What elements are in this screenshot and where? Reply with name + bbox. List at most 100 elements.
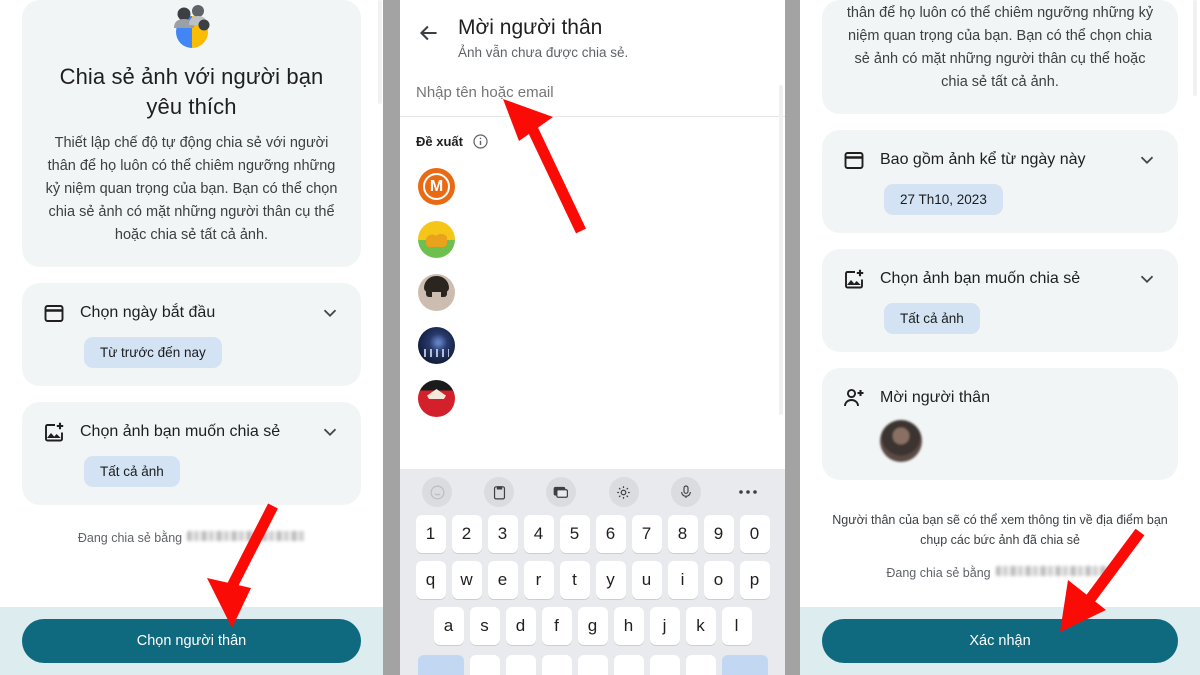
key[interactable]: 7	[631, 515, 662, 553]
key[interactable]	[685, 655, 716, 675]
keyboard-switch-icon[interactable]	[546, 477, 577, 507]
left-photos-chip[interactable]: Tất cả ảnh	[84, 456, 180, 487]
left-sharing-as-prefix: Đang chia sẻ bằng	[77, 531, 183, 545]
key[interactable]: q	[415, 561, 446, 599]
key[interactable]: 2	[451, 515, 482, 553]
avatar	[418, 327, 455, 364]
left-scroll-area[interactable]: Chia sẻ ảnh với người bạn yêu thích Thiế…	[0, 0, 383, 607]
chevron-down-icon[interactable]	[319, 302, 341, 324]
right-date-chip[interactable]: 27 Th10, 2023	[884, 184, 1003, 215]
panel-divider-2	[785, 0, 800, 675]
microphone-icon[interactable]	[670, 477, 701, 507]
right-photos-chip[interactable]: Tất cả ảnh	[884, 303, 980, 334]
calendar-icon	[44, 305, 64, 322]
list-item[interactable]	[400, 266, 785, 319]
key[interactable]: g	[577, 607, 608, 645]
key[interactable]: y	[595, 561, 626, 599]
list-item[interactable]	[400, 372, 785, 425]
key[interactable]: f	[541, 607, 572, 645]
calendar-icon	[844, 152, 864, 169]
key[interactable]: e	[487, 561, 518, 599]
key[interactable]: t	[559, 561, 590, 599]
list-item[interactable]	[400, 319, 785, 372]
clipboard-icon[interactable]	[484, 477, 515, 507]
invite-card[interactable]: Mời người thân	[822, 368, 1178, 480]
right-date-row[interactable]: Bao gồm ảnh kể từ ngày này	[822, 130, 1178, 172]
emoji-icon[interactable]	[422, 477, 452, 507]
mid-header-row: Mời người thân Ảnh vẫn chưa được chia sẻ…	[400, 10, 785, 62]
mid-subtitle: Ảnh vẫn chưa được chia sẻ.	[458, 45, 629, 60]
contact-name-redacted	[471, 287, 767, 299]
left-action-bar: Chọn người thân	[0, 607, 383, 675]
backspace-key[interactable]	[721, 655, 768, 675]
key[interactable]: j	[649, 607, 680, 645]
partner-sharing-icon	[173, 5, 209, 48]
right-sharing-as-prefix: Đang chia sẻ bằng	[886, 566, 991, 580]
key[interactable]: 6	[595, 515, 626, 553]
chevron-down-icon[interactable]	[1136, 268, 1158, 290]
key[interactable]: w	[451, 561, 482, 599]
invite-search-input[interactable]	[416, 84, 769, 101]
key[interactable]: i	[667, 561, 698, 599]
key[interactable]: 0	[739, 515, 770, 553]
key[interactable]: s	[469, 607, 500, 645]
left-photos-row[interactable]: Chọn ảnh bạn muốn chia sẻ	[22, 402, 361, 444]
left-sharing-as-email-redacted	[187, 531, 306, 541]
list-item[interactable]	[400, 213, 785, 266]
screenshot-stage: Chia sẻ ảnh với người bạn yêu thích Thiế…	[0, 0, 1200, 675]
right-photos-row[interactable]: Chọn ảnh bạn muốn chia sẻ	[822, 249, 1178, 291]
left-photos-chip-wrap: Tất cả ảnh	[22, 444, 361, 505]
chevron-down-icon[interactable]	[1136, 149, 1158, 171]
more-options-icon[interactable]	[733, 477, 763, 507]
start-date-row[interactable]: Chọn ngày bắt đầu	[22, 283, 361, 325]
key[interactable]: 9	[703, 515, 734, 553]
key[interactable]: 4	[523, 515, 554, 553]
right-photos-card[interactable]: Chọn ảnh bạn muốn chia sẻ Tất cả ảnh	[822, 249, 1178, 352]
key[interactable]: o	[703, 561, 734, 599]
key[interactable]: d	[505, 607, 536, 645]
back-arrow-icon[interactable]	[416, 20, 442, 46]
mid-search-wrap	[400, 62, 785, 117]
start-date-chip[interactable]: Từ trước đến nay	[84, 337, 222, 368]
key[interactable]	[649, 655, 680, 675]
info-icon[interactable]	[472, 133, 489, 150]
key[interactable]: h	[613, 607, 644, 645]
avatar	[418, 168, 455, 205]
key[interactable]: 5	[559, 515, 590, 553]
key[interactable]: l	[721, 607, 752, 645]
key[interactable]: p	[739, 561, 770, 599]
avatar[interactable]	[880, 420, 922, 462]
right-scroll-area[interactable]: thân để họ luôn có thể chiêm ngưỡng nhữn…	[800, 0, 1200, 607]
suggest-header: Đề xuất	[400, 117, 785, 156]
start-date-card[interactable]: Chọn ngày bắt đầu Từ trước đến nay	[22, 283, 361, 386]
right-date-card[interactable]: Bao gồm ảnh kể từ ngày này 27 Th10, 2023	[822, 130, 1178, 233]
shift-key[interactable]	[417, 655, 464, 675]
key[interactable]: u	[631, 561, 662, 599]
list-item[interactable]	[400, 160, 785, 213]
mid-scrollbar[interactable]	[779, 85, 783, 415]
mid-phone-panel: Mời người thân Ảnh vẫn chưa được chia sẻ…	[400, 0, 785, 675]
suggest-label: Đề xuất	[416, 134, 463, 149]
contact-name-redacted	[471, 393, 767, 405]
key[interactable]: r	[523, 561, 554, 599]
key[interactable]	[613, 655, 644, 675]
left-photos-card[interactable]: Chọn ảnh bạn muốn chia sẻ Tất cả ảnh	[22, 402, 361, 505]
invite-row[interactable]: Mời người thân	[822, 368, 1178, 410]
key[interactable]: 1	[415, 515, 446, 553]
chevron-down-icon[interactable]	[319, 421, 341, 443]
gear-icon[interactable]	[608, 477, 639, 507]
choose-partner-button[interactable]: Chọn người thân	[22, 619, 361, 663]
right-scrollbar[interactable]	[1193, 0, 1197, 96]
left-hero-card: Chia sẻ ảnh với người bạn yêu thích Thiế…	[22, 0, 361, 267]
key[interactable]	[541, 655, 572, 675]
key[interactable]	[577, 655, 608, 675]
left-scrollbar[interactable]	[378, 0, 382, 104]
key[interactable]: 3	[487, 515, 518, 553]
key[interactable]	[505, 655, 536, 675]
key[interactable]	[469, 655, 500, 675]
confirm-button[interactable]: Xác nhận	[822, 619, 1178, 663]
right-photos-label: Chọn ảnh bạn muốn chia sẻ	[880, 270, 1081, 287]
key[interactable]: 8	[667, 515, 698, 553]
key[interactable]: k	[685, 607, 716, 645]
key[interactable]: a	[433, 607, 464, 645]
